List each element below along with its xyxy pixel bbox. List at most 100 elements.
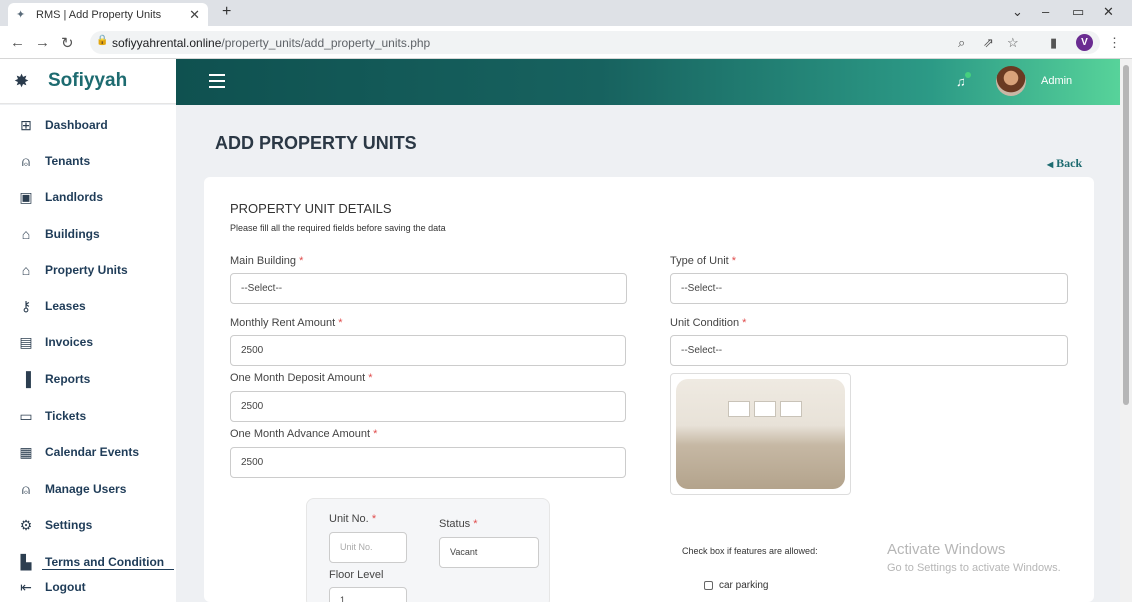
sidebar-item-leases[interactable]: ⚷ Leases [0,288,176,324]
back-link[interactable]: ◀ Back [1047,156,1082,171]
type-of-unit-select[interactable]: --Select-- [670,273,1068,304]
logout-icon: ⇤ [20,578,32,595]
browser-tab[interactable]: ✦ RMS | Add Property Units ✕ [8,3,208,26]
window-shape [728,401,750,417]
form-card: PROPERTY UNIT DETAILS Please fill all th… [204,177,1094,602]
page-scrollbar[interactable] [1120,59,1132,602]
activation-watermark: Activate Windows Go to Settings to activ… [887,541,1061,574]
sidebar-item-manage-users[interactable]: ⍝ Manage Users [0,471,176,507]
monthly-rent-input[interactable]: 2500 [230,335,626,366]
sidebar-item-dashboard[interactable]: ⊞ Dashboard [0,107,176,143]
sidebar-item-label: Property Units [45,263,128,277]
ticket-icon: ▭ [19,407,33,424]
brand-header[interactable]: ✸ Sofiyyah [0,59,176,104]
sidebar-item-label: Reports [45,372,91,386]
brand-name: Sofiyyah [48,70,128,91]
feature-label: car parking [719,580,769,591]
add-user-icon: ⍝ [21,480,31,497]
new-tab-icon[interactable]: + [222,3,231,21]
required-mark: * [473,518,478,530]
label-text: One Month Advance Amount [230,428,371,440]
bookmark-star-icon[interactable]: ☆ [1007,35,1019,51]
status-input[interactable]: Vacant [439,537,539,568]
type-of-unit-label: Type of Unit * [670,255,736,267]
close-tab-icon[interactable]: ✕ [189,7,200,23]
back-label: Back [1056,156,1083,170]
address-bar[interactable]: 🔒 sofiyyahrental.online/property_units/a… [90,31,1100,54]
notification-dot [965,72,971,78]
status-label: Status * [439,518,478,530]
back-arrow-icon[interactable]: ← [10,34,25,51]
unit-photo[interactable] [670,373,851,495]
menu-toggle-icon[interactable] [209,74,225,88]
unit-details-panel: Unit No. * Unit No. Status * Vacant Floo… [306,498,550,602]
user-name[interactable]: Admin [1041,75,1072,87]
sidebar-item-label: Settings [45,518,93,532]
window-close-icon[interactable]: ✕ [1103,4,1114,20]
label-text: Type of Unit [670,255,729,267]
sidebar-item-property-units[interactable]: ⌂ Property Units [0,252,176,288]
required-mark: * [742,317,747,329]
required-mark: * [373,428,378,440]
building-icon: ⌂ [21,226,31,242]
sidebar-item-invoices[interactable]: ▤ Invoices [0,324,176,360]
label-text: One Month Deposit Amount [230,372,366,384]
forward-arrow-icon[interactable]: → [35,34,50,51]
gear-icon: ⚙ [19,516,33,533]
sidebar-item-label: Buildings [45,227,100,241]
zoom-icon[interactable]: ⌕ [958,35,965,51]
key-icon: ⚷ [20,297,32,314]
sidebar-item-logout[interactable]: ⇤ Logout [0,569,176,602]
label-text: Monthly Rent Amount [230,317,336,329]
section-title: PROPERTY UNIT DETAILS [230,201,392,216]
more-menu-icon[interactable]: ⋮ [1108,35,1121,51]
window-shape [780,401,802,417]
section-subtitle: Please fill all the required fields befo… [230,223,446,233]
grid-icon: ⊞ [20,116,32,133]
scrollbar-thumb[interactable] [1123,65,1129,405]
notification-bell-icon[interactable]: ♫ [956,72,971,89]
unit-no-input[interactable]: Unit No. [329,532,407,563]
url-text: sofiyyahrental.online/property_units/add… [112,36,430,50]
sidebar-item-calendar-events[interactable]: ▦ Calendar Events [0,434,176,470]
label-text: Unit No. [329,513,369,525]
sidebar-item-settings[interactable]: ⚙ Settings [0,507,176,543]
label-text: Unit Condition [670,317,740,329]
label-text: Status [439,518,471,530]
sidebar-item-buildings[interactable]: ⌂ Buildings [0,216,176,252]
sidebar-item-label: Landlords [45,190,104,204]
book-icon: ▙ [20,553,32,570]
profile-avatar[interactable]: V [1076,34,1093,51]
floor-level-label: Floor Level [329,569,384,581]
tab-title: RMS | Add Property Units [36,8,162,21]
sidebar-item-tickets[interactable]: ▭ Tickets [0,398,176,434]
browser-tab-bar: ✦ RMS | Add Property Units ✕ + ⌄ – ▭ ✕ [0,0,1132,26]
minimize-icon[interactable]: – [1042,4,1049,19]
floor-level-input[interactable]: 1 [329,587,407,602]
tab-search-icon[interactable]: ⌄ [1012,4,1023,20]
reload-icon[interactable]: ↻ [61,34,74,52]
page-title: ADD PROPERTY UNITS [215,133,417,153]
feature-car-parking[interactable]: car parking [704,580,768,591]
required-mark: * [368,372,373,384]
sidebar-item-reports[interactable]: ▐ Reports [0,361,176,397]
user-avatar[interactable] [996,66,1026,96]
logo-icon: ✸ [14,71,30,91]
restore-icon[interactable]: ▭ [1072,4,1084,20]
sidebar-item-tenants[interactable]: ⍝ Tenants [0,143,176,179]
label-text: Main Building [230,255,297,267]
sidebar-item-label: Manage Users [45,482,127,496]
deposit-input[interactable]: 2500 [230,391,626,422]
window-shape [754,401,776,417]
sidebar-item-label: Dashboard [45,118,108,132]
checkbox[interactable] [704,581,713,590]
sidebar-item-landlords[interactable]: ▣ Landlords [0,179,176,215]
unit-condition-select[interactable]: --Select-- [670,335,1068,366]
main-building-select[interactable]: --Select-- [230,273,627,304]
side-panel-icon[interactable]: ▮ [1050,35,1057,51]
sidebar-item-label: Terms and Condition [45,555,165,569]
share-icon[interactable]: ⇗ [983,35,994,51]
invoice-icon: ▤ [19,333,33,350]
advance-input[interactable]: 2500 [230,447,626,478]
room-image [676,379,845,489]
